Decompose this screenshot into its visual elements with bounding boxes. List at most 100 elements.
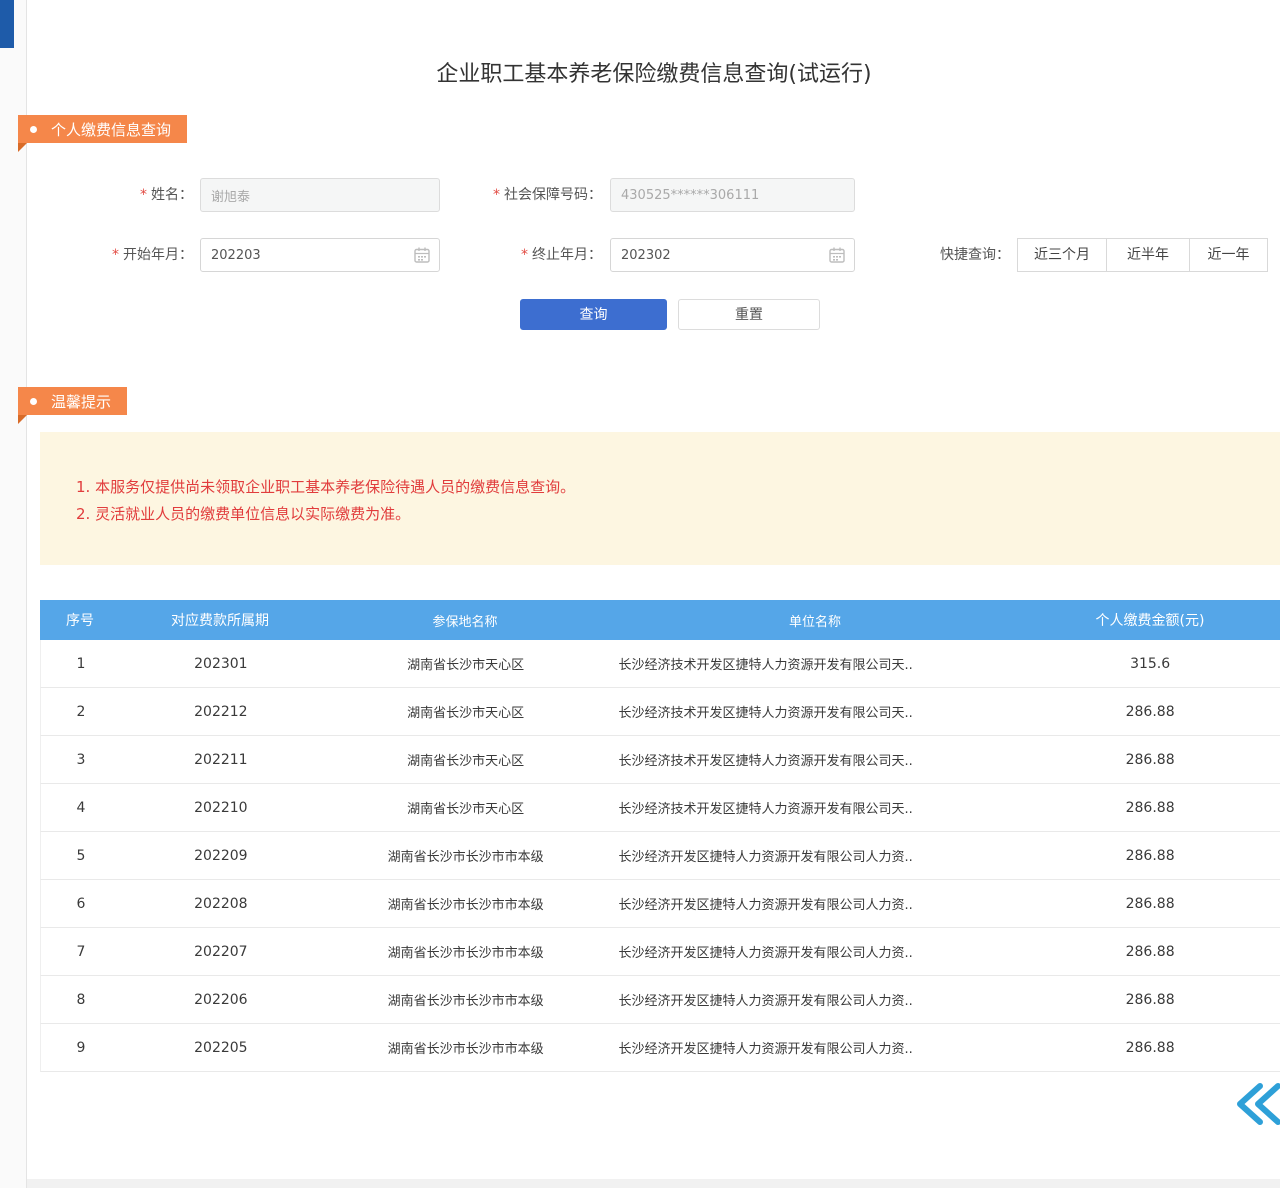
table-cell: 286.88	[1020, 992, 1280, 1008]
table-row: 5202209湖南省长沙市长沙市市本级长沙经济开发区捷特人力资源开发有限公司人力…	[40, 832, 1280, 880]
table-row: 1202301湖南省长沙市天心区长沙经济技术开发区捷特人力资源开发有限公司天..…	[40, 640, 1280, 688]
table-row: 7202207湖南省长沙市长沙市市本级长沙经济开发区捷特人力资源开发有限公司人力…	[40, 928, 1280, 976]
table-cell: 286.88	[1020, 800, 1280, 816]
column-header: 个人缴费金额(元)	[1020, 610, 1280, 630]
calendar-icon[interactable]	[413, 246, 431, 264]
section-header-tips: 温馨提示	[18, 387, 127, 415]
calendar-icon[interactable]	[828, 246, 846, 264]
table-cell: 湖南省长沙市天心区	[321, 702, 611, 721]
bullet-dot-icon	[30, 398, 37, 405]
table-row: 4202210湖南省长沙市天心区长沙经济技术开发区捷特人力资源开发有限公司天..…	[40, 784, 1280, 832]
start-month-field[interactable]: 202203	[200, 238, 440, 272]
table-cell: 湖南省长沙市天心区	[321, 654, 611, 673]
start-month-value: 202203	[211, 248, 261, 263]
bullet-dot-icon	[30, 126, 37, 133]
table-row: 9202205湖南省长沙市长沙市市本级长沙经济开发区捷特人力资源开发有限公司人力…	[40, 1024, 1280, 1072]
query-button[interactable]: 查询	[520, 299, 667, 330]
table-body: 1202301湖南省长沙市天心区长沙经济技术开发区捷特人力资源开发有限公司天..…	[40, 640, 1280, 1072]
section-header-tips-label: 温馨提示	[51, 391, 111, 412]
quick-one-year-button[interactable]: 近一年	[1189, 238, 1268, 272]
table-cell: 202205	[121, 1040, 321, 1056]
table-cell: 9	[41, 1040, 121, 1056]
table-cell: 286.88	[1020, 704, 1280, 720]
name-value: 谢旭泰	[211, 186, 250, 205]
table-cell: 湖南省长沙市天心区	[321, 798, 611, 817]
table-cell: 8	[41, 992, 121, 1008]
table-cell: 202210	[121, 800, 321, 816]
name-field[interactable]: 谢旭泰	[200, 178, 440, 212]
column-header: 参保地名称	[320, 611, 610, 630]
double-left-chevron-icon[interactable]	[1230, 1076, 1280, 1132]
table-row: 2202212湖南省长沙市天心区长沙经济技术开发区捷特人力资源开发有限公司天..…	[40, 688, 1280, 736]
table-cell: 286.88	[1020, 752, 1280, 768]
required-mark: *	[112, 247, 119, 263]
table-cell: 长沙经济技术开发区捷特人力资源开发有限公司天..	[611, 702, 1021, 721]
table-cell: 202212	[121, 704, 321, 720]
ribbon-fold	[18, 415, 27, 424]
table-cell: 湖南省长沙市长沙市市本级	[321, 894, 611, 913]
table-cell: 2	[41, 704, 121, 720]
notice-line: 1. 本服务仅提供尚未领取企业职工基本养老保险待遇人员的缴费信息查询。	[76, 476, 1260, 499]
table-cell: 长沙经济开发区捷特人力资源开发有限公司人力资..	[611, 942, 1021, 961]
table-cell: 湖南省长沙市长沙市市本级	[321, 942, 611, 961]
table-cell: 202209	[121, 848, 321, 864]
table-cell: 长沙经济开发区捷特人力资源开发有限公司人力资..	[611, 990, 1021, 1009]
table-header-row: 序号对应费款所属期参保地名称单位名称个人缴费金额(元)	[40, 600, 1280, 640]
section-header-query: 个人缴费信息查询	[18, 115, 187, 143]
table-cell: 湖南省长沙市长沙市市本级	[321, 1038, 611, 1057]
quick-half-year-button[interactable]: 近半年	[1106, 238, 1190, 272]
table-cell: 286.88	[1020, 896, 1280, 912]
table-cell: 湖南省长沙市长沙市市本级	[321, 990, 611, 1009]
required-mark: *	[140, 187, 147, 203]
table-row: 8202206湖南省长沙市长沙市市本级长沙经济开发区捷特人力资源开发有限公司人力…	[40, 976, 1280, 1024]
table-cell: 286.88	[1020, 944, 1280, 960]
table-cell: 202301	[121, 656, 321, 672]
page-title: 企业职工基本养老保险缴费信息查询(试运行)	[28, 56, 1280, 88]
ssn-label: *社会保障号码：	[440, 178, 602, 212]
table-row: 6202208湖南省长沙市长沙市市本级长沙经济开发区捷特人力资源开发有限公司人力…	[40, 880, 1280, 928]
table-cell: 315.6	[1020, 656, 1280, 672]
quick-query-label: 快捷查询：	[880, 238, 1010, 272]
table-cell: 湖南省长沙市长沙市市本级	[321, 846, 611, 865]
table-cell: 长沙经济技术开发区捷特人力资源开发有限公司天..	[611, 750, 1021, 769]
table-cell: 202206	[121, 992, 321, 1008]
sidebar-accent	[0, 0, 14, 48]
table-cell: 202208	[121, 896, 321, 912]
table-cell: 长沙经济开发区捷特人力资源开发有限公司人力资..	[611, 894, 1021, 913]
notice-box: 1. 本服务仅提供尚未领取企业职工基本养老保险待遇人员的缴费信息查询。 2. 灵…	[40, 432, 1280, 565]
column-header: 对应费款所属期	[120, 610, 320, 630]
table-cell: 286.88	[1020, 848, 1280, 864]
column-header: 序号	[40, 610, 120, 630]
start-month-label: *开始年月：	[60, 238, 193, 272]
pension-query-page: 企业职工基本养老保险缴费信息查询(试运行) 个人缴费信息查询 *姓名： 谢旭泰 …	[0, 0, 1280, 1188]
table-cell: 长沙经济开发区捷特人力资源开发有限公司人力资..	[611, 1038, 1021, 1057]
quick-3-months-button[interactable]: 近三个月	[1017, 238, 1107, 272]
notice-line: 2. 灵活就业人员的缴费单位信息以实际缴费为准。	[76, 503, 1260, 526]
required-mark: *	[521, 247, 528, 263]
table-cell: 202207	[121, 944, 321, 960]
end-month-label: *终止年月：	[440, 238, 602, 272]
end-month-value: 202302	[621, 248, 671, 263]
ribbon-fold	[18, 143, 27, 152]
ssn-field[interactable]: 430525******306111	[610, 178, 855, 212]
results-table: 序号对应费款所属期参保地名称单位名称个人缴费金额(元) 1202301湖南省长沙…	[40, 600, 1280, 1072]
section-header-query-label: 个人缴费信息查询	[51, 119, 171, 140]
left-rail	[0, 0, 27, 1188]
table-row: 3202211湖南省长沙市天心区长沙经济技术开发区捷特人力资源开发有限公司天..…	[40, 736, 1280, 784]
table-cell: 286.88	[1020, 1040, 1280, 1056]
table-cell: 1	[41, 656, 121, 672]
table-cell: 6	[41, 896, 121, 912]
table-cell: 5	[41, 848, 121, 864]
table-cell: 长沙经济开发区捷特人力资源开发有限公司人力资..	[611, 846, 1021, 865]
table-cell: 7	[41, 944, 121, 960]
reset-button[interactable]: 重置	[678, 299, 820, 330]
name-label: *姓名：	[60, 178, 193, 212]
required-mark: *	[493, 187, 500, 203]
bottom-bar	[27, 1179, 1280, 1188]
table-cell: 长沙经济技术开发区捷特人力资源开发有限公司天..	[611, 654, 1021, 673]
table-cell: 湖南省长沙市天心区	[321, 750, 611, 769]
ssn-value: 430525******306111	[621, 188, 759, 203]
table-cell: 202211	[121, 752, 321, 768]
end-month-field[interactable]: 202302	[610, 238, 855, 272]
table-cell: 3	[41, 752, 121, 768]
